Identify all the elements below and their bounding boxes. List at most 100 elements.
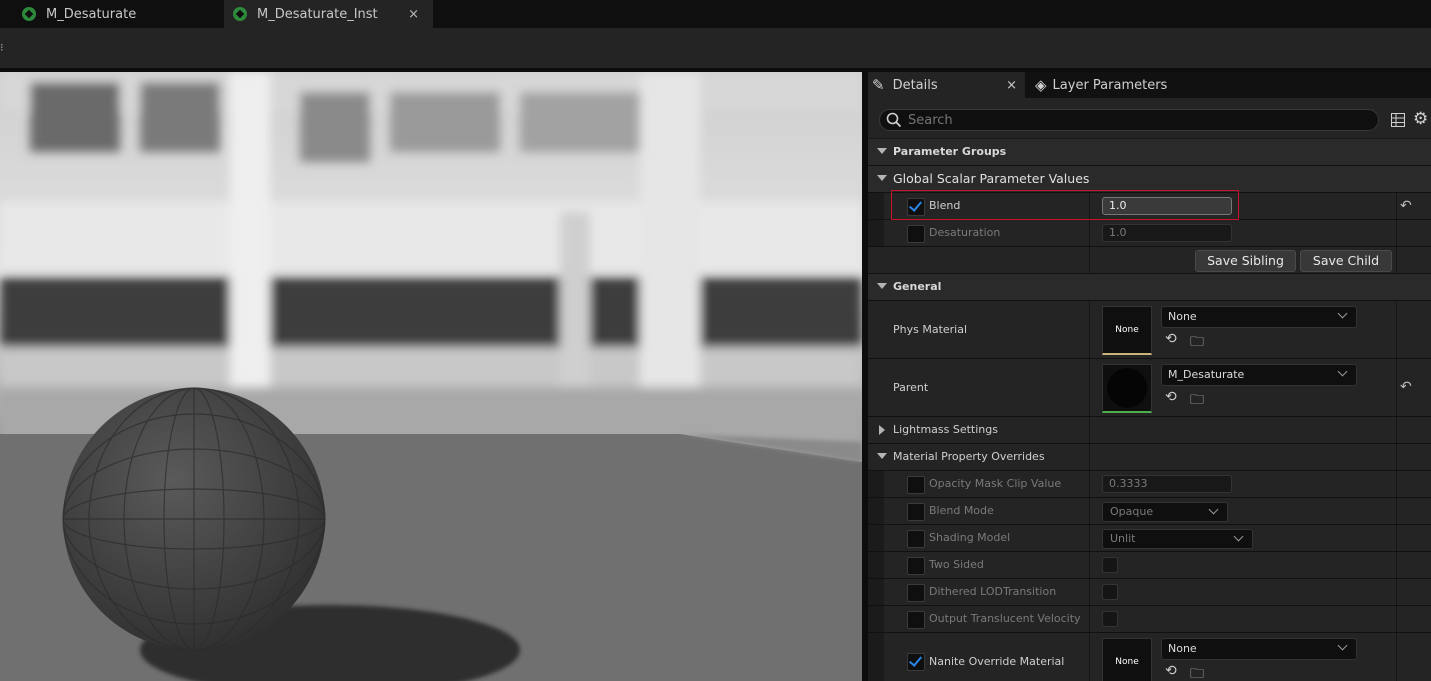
dropdown-value: Opaque (1110, 505, 1154, 518)
close-icon[interactable]: × (1006, 78, 1017, 93)
divider (1089, 552, 1090, 578)
chevron-right-icon (879, 425, 885, 435)
panel-tab-bar: ✎ Details × ◈ Layer Parameters (868, 72, 1431, 98)
parent-dropdown[interactable]: M_Desaturate (1161, 364, 1357, 386)
translucent-velocity-override-checkbox[interactable] (907, 611, 925, 629)
chevron-down-icon (877, 175, 887, 181)
divider (1396, 301, 1397, 358)
dropdown-value: M_Desaturate (1168, 368, 1245, 381)
tab-m-desaturate[interactable]: M_Desaturate (0, 0, 224, 28)
tab-details[interactable]: ✎ Details × (868, 72, 1025, 98)
category-parameter-groups[interactable]: Parameter Groups (868, 139, 1431, 166)
chevron-down-icon (1337, 308, 1348, 319)
chevron-down-icon (1337, 640, 1348, 651)
category-global-scalar[interactable]: Global Scalar Parameter Values (868, 166, 1431, 193)
asset-tab-bar: M_Desaturate M_Desaturate_Inst × (0, 0, 1431, 28)
gear-icon[interactable]: ⚙ (1413, 109, 1428, 129)
divider (1089, 579, 1090, 605)
two-sided-value-checkbox[interactable] (1102, 557, 1118, 573)
search-input[interactable] (908, 112, 1358, 128)
use-selected-icon[interactable]: ⟲ (1165, 331, 1177, 347)
browse-icon[interactable]: 🗀 (1190, 663, 1204, 681)
divider (1089, 498, 1090, 524)
divider (1089, 471, 1090, 497)
divider (1089, 633, 1090, 681)
toolbar-overflow-icon[interactable]: ⁝ (0, 41, 4, 54)
nanite-material-thumbnail[interactable]: None (1102, 638, 1152, 681)
dithered-override-checkbox[interactable] (907, 584, 925, 602)
browse-icon[interactable]: 🗀 (1190, 389, 1204, 413)
reset-to-default-icon[interactable]: ↶ (1400, 379, 1412, 395)
preview-viewport[interactable] (0, 72, 862, 681)
save-sibling-button[interactable]: Save Sibling (1195, 250, 1296, 272)
chevron-down-icon (877, 283, 887, 289)
opacity-mask-checkbox[interactable] (907, 476, 925, 494)
translucent-velocity-value-checkbox[interactable] (1102, 611, 1118, 627)
divider (1089, 359, 1090, 416)
blend-mode-dropdown[interactable]: Opaque (1102, 502, 1228, 522)
tab-label: M_Desaturate (46, 6, 137, 22)
category-general[interactable]: General (868, 274, 1431, 301)
category-lightmass[interactable]: Lightmass Settings (868, 417, 1431, 444)
opacity-mask-input[interactable]: 0.3333 (1102, 475, 1232, 493)
tab-m-desaturate-inst[interactable]: M_Desaturate_Inst × (224, 0, 433, 28)
phys-material-thumbnail[interactable]: None (1102, 306, 1152, 355)
divider (1089, 417, 1090, 443)
use-selected-icon[interactable]: ⟲ (1165, 389, 1177, 405)
override-row-two-sided: Two Sided (868, 552, 1431, 579)
shading-model-checkbox[interactable] (907, 530, 925, 548)
category-material-overrides[interactable]: Material Property Overrides (868, 444, 1431, 471)
shading-model-dropdown[interactable]: Unlit (1102, 529, 1253, 549)
search-icon (886, 112, 902, 128)
use-selected-icon[interactable]: ⟲ (1165, 663, 1177, 679)
divider (1089, 247, 1090, 273)
property-label: Phys Material (893, 323, 968, 336)
divider (1396, 359, 1397, 416)
blend-mode-checkbox[interactable] (907, 503, 925, 521)
override-row-dithered: Dithered LODTransition (868, 579, 1431, 606)
param-label: Desaturation (929, 226, 1001, 239)
close-icon[interactable]: × (408, 7, 419, 22)
divider (1396, 444, 1397, 470)
override-row-nanite: Nanite Override Material None None ⟲ 🗀 (868, 633, 1431, 681)
chevron-down-icon (1208, 504, 1219, 515)
reset-to-default-icon[interactable]: ↶ (1400, 198, 1412, 214)
tab-layer-parameters[interactable]: ◈ Layer Parameters (1025, 72, 1205, 98)
category-label: General (893, 280, 942, 293)
tab-label: Layer Parameters (1052, 77, 1168, 93)
material-icon (22, 7, 36, 21)
divider (1089, 444, 1090, 470)
phys-material-dropdown[interactable]: None (1161, 306, 1357, 328)
desaturation-value-input[interactable]: 1.0 (1102, 224, 1232, 242)
browse-icon[interactable]: 🗀 (1190, 331, 1204, 355)
param-row-desaturation: Desaturation 1.0 (868, 220, 1431, 247)
parent-material-thumbnail[interactable] (1102, 364, 1152, 413)
dropdown-value: Unlit (1110, 532, 1136, 545)
param-label: Shading Model (929, 531, 1011, 544)
divider (1396, 247, 1397, 273)
indent (868, 498, 884, 524)
dropdown-value: None (1168, 310, 1197, 323)
divider (1396, 525, 1397, 551)
material-sphere (1107, 368, 1147, 408)
nanite-material-dropdown[interactable]: None (1161, 638, 1357, 660)
property-label: Parent (893, 381, 929, 394)
indent (868, 579, 884, 605)
dropdown-value: None (1168, 642, 1197, 655)
divider (1396, 498, 1397, 524)
viewport-scene (0, 72, 862, 681)
param-label: Blend Mode (929, 504, 994, 517)
two-sided-override-checkbox[interactable] (907, 557, 925, 575)
override-row-shading-model: Shading Model Unlit (868, 525, 1431, 552)
override-row-translucent-velocity: Output Translucent Velocity (868, 606, 1431, 633)
divider (1396, 552, 1397, 578)
save-buttons-row: Save Sibling Save Child (868, 247, 1431, 274)
divider (1089, 220, 1090, 246)
nanite-override-checkbox[interactable] (907, 653, 925, 671)
dithered-value-checkbox[interactable] (1102, 584, 1118, 600)
param-label: Nanite Override Material (929, 655, 1065, 668)
save-child-button[interactable]: Save Child (1300, 250, 1392, 272)
desaturation-override-checkbox[interactable] (907, 225, 925, 243)
search-box[interactable] (879, 109, 1379, 131)
grid-view-icon[interactable] (1391, 113, 1405, 127)
